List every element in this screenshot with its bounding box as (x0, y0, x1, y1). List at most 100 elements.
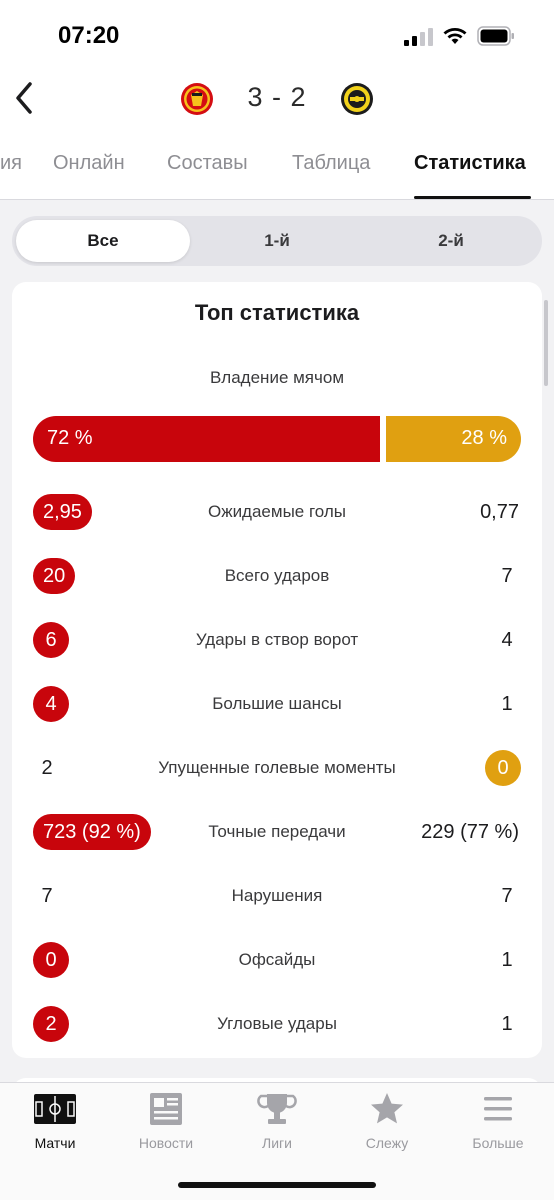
stat-away-cell: 4 (485, 622, 521, 658)
stat-home-cell: 6 (33, 622, 69, 658)
stat-away-cell: 7 (485, 558, 521, 594)
tabbar-matches[interactable]: Матчи (5, 1091, 105, 1151)
stat-home-value: 0 (33, 942, 69, 978)
stat-row: Ожидаемые голы 2,95 0,77 (12, 492, 542, 532)
tab-statistics[interactable]: Статистика (414, 152, 526, 175)
stat-row: Точные передачи 723 (92 %) 229 (77 %) (12, 812, 542, 852)
card-title: Топ статистика (194, 300, 360, 325)
away-team-crest-icon[interactable] (340, 82, 374, 116)
stat-away-value: 1 (501, 1013, 513, 1035)
stat-row: Угловые удары 2 1 (12, 1004, 542, 1044)
stat-label: Всего ударов (224, 566, 330, 585)
segment-second-half[interactable]: 2-й (364, 220, 538, 262)
tabbar-following-label: Слежу (365, 1135, 409, 1151)
tabbar-leagues[interactable]: Лиги (227, 1091, 327, 1151)
top-stats-card: Топ статистика Владение мячом 72 % 28 % … (12, 282, 542, 1058)
battery-icon (477, 26, 514, 46)
tab-lineups[interactable]: Составы (167, 152, 248, 175)
stat-home-cell: 4 (33, 686, 69, 722)
score-separator: - (272, 82, 282, 112)
stat-home-cell: 0 (33, 942, 69, 978)
stat-label: Упущенные голевые моменты (158, 758, 396, 777)
pitch-icon (34, 1094, 76, 1124)
possession-home-value: 72 % (47, 427, 93, 449)
tab-table[interactable]: Таблица (292, 152, 370, 175)
stat-home-cell: 20 (33, 558, 76, 594)
possession-bar-home: 72 % (33, 416, 380, 462)
stat-home-value: 723 (92 %) (33, 814, 151, 850)
stat-away-cell: 7 (485, 878, 521, 914)
status-bar: 07:20 (0, 0, 554, 70)
tabbar-matches-label: Матчи (34, 1135, 76, 1151)
stat-label: Удары в створ ворот (195, 630, 359, 649)
stat-away-cell: 1 (485, 686, 521, 722)
stat-away-cell: 229 (77 %) (411, 814, 521, 850)
stat-home-value: 4 (33, 686, 69, 722)
away-score: 2 (290, 82, 307, 112)
match-tabs: ия Онлайн Составы Таблица Статистика (0, 152, 554, 200)
tab-live[interactable]: Онлайн (53, 152, 125, 175)
home-team-crest-icon[interactable] (180, 82, 214, 116)
stat-home-cell: 7 (33, 878, 69, 914)
stat-away-value: 1 (501, 949, 513, 971)
star-icon (371, 1093, 403, 1124)
trophy-icon (257, 1094, 297, 1124)
home-score: 3 (247, 82, 264, 112)
stat-away-cell: 1 (485, 1006, 521, 1042)
stat-away-value: 7 (501, 565, 513, 587)
home-indicator (178, 1182, 376, 1188)
cellular-signal-icon (404, 28, 434, 46)
scroll-indicator[interactable] (544, 300, 548, 386)
stat-away-value: 7 (501, 885, 513, 907)
stat-home-cell: 2 (33, 750, 69, 786)
stat-home-value: 7 (41, 885, 53, 907)
period-segmented-control: Все 1-й 2-й (12, 216, 542, 266)
stat-away-value: 229 (77 %) (421, 821, 519, 843)
menu-icon (484, 1097, 512, 1121)
stat-away-value: 4 (501, 629, 513, 651)
active-tab-indicator (414, 196, 531, 199)
possession-label: Владение мячом (209, 368, 345, 387)
news-icon (150, 1093, 182, 1125)
wifi-icon (443, 28, 467, 44)
stat-label: Угловые удары (217, 1014, 337, 1033)
stat-row: Большие шансы 4 1 (12, 684, 542, 724)
stat-away-cell: 0 (485, 750, 521, 786)
stat-home-value: 2 (33, 1006, 69, 1042)
stat-away-value: 1 (501, 693, 513, 715)
segment-first-half[interactable]: 1-й (190, 220, 364, 262)
stat-row: Удары в створ ворот 6 4 (12, 620, 542, 660)
tabbar-more-label: Больше (472, 1135, 524, 1151)
tabbar-news-label: Новости (138, 1135, 194, 1151)
stat-label: Большие шансы (212, 694, 342, 713)
tabbar-news[interactable]: Новости (116, 1091, 216, 1151)
stat-label: Офсайды (238, 950, 316, 969)
stat-home-cell: 2,95 (33, 494, 92, 530)
tabbar-more[interactable]: Больше (448, 1091, 548, 1151)
possession-away-value: 28 % (461, 427, 507, 449)
stat-home-cell: 2 (33, 1006, 69, 1042)
stat-row: Офсайды 0 1 (12, 940, 542, 980)
match-header: 3 - 2 ия Онлайн Составы Таблица Статисти… (0, 70, 554, 200)
stat-away-value: 0 (485, 750, 521, 786)
stat-home-value: 6 (33, 622, 69, 658)
stat-home-value: 2,95 (33, 494, 92, 530)
stat-label: Нарушения (231, 886, 323, 905)
stat-away-cell: 0,77 (470, 494, 521, 530)
tabbar-leagues-label: Лиги (262, 1135, 292, 1151)
score-line: 3 - 2 (0, 80, 554, 120)
stat-home-value: 20 (33, 558, 76, 594)
stat-away-cell: 1 (485, 942, 521, 978)
tabbar-following[interactable]: Слежу (337, 1091, 437, 1151)
possession-bar-away: 28 % (386, 416, 521, 462)
tab-info[interactable]: ия (0, 152, 22, 175)
stat-home-value: 2 (41, 757, 53, 779)
stat-row: Упущенные голевые моменты 2 0 (12, 748, 542, 788)
segment-all[interactable]: Все (16, 220, 190, 262)
match-score: 3 - 2 (236, 82, 318, 113)
stat-home-cell: 723 (92 %) (33, 814, 151, 850)
stat-row: Всего ударов 20 7 (12, 556, 542, 596)
stat-row: Нарушения 7 7 (12, 876, 542, 916)
status-time: 07:20 (58, 22, 120, 49)
stat-away-value: 0,77 (480, 501, 519, 523)
